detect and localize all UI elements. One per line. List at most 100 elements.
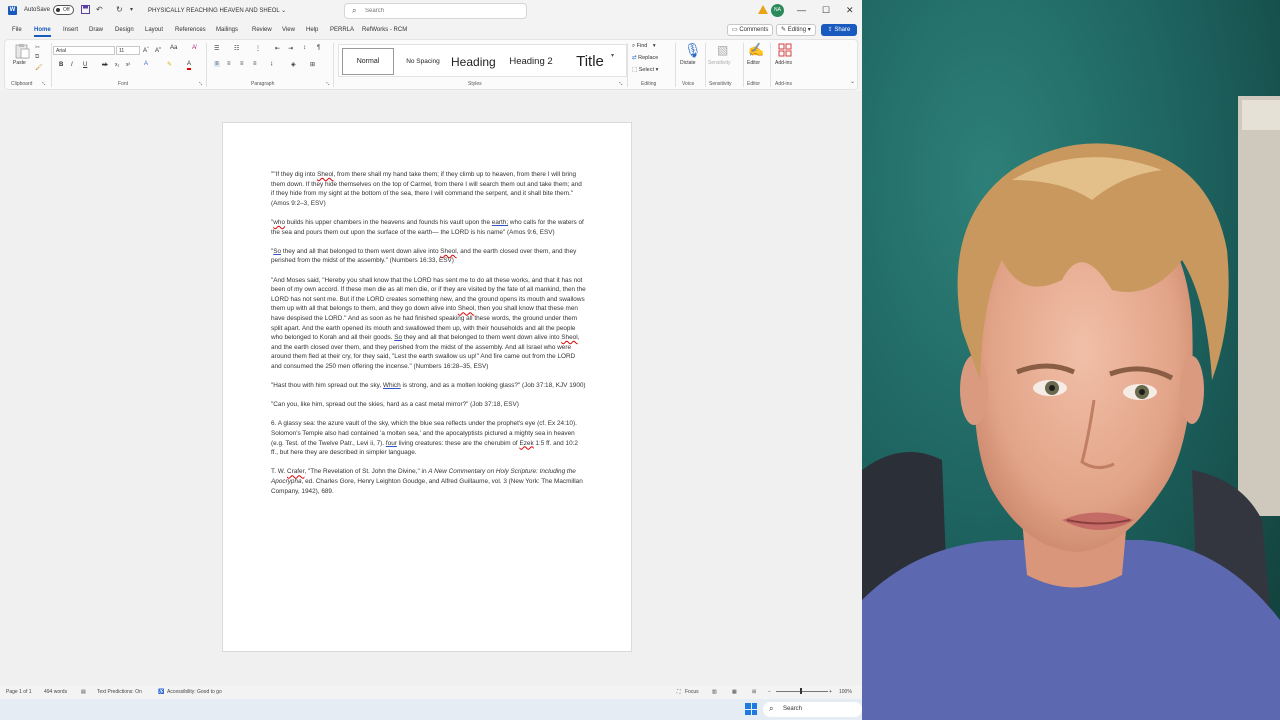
- align-right-icon[interactable]: ≡: [240, 61, 244, 67]
- select-button[interactable]: ⬚ Select ▾: [632, 67, 658, 73]
- zoom-in-icon[interactable]: +: [829, 689, 832, 695]
- customize-icon[interactable]: ▾: [130, 5, 133, 15]
- word-count[interactable]: 494 words: [44, 689, 67, 695]
- tab-design[interactable]: Design: [115, 27, 134, 33]
- tab-home[interactable]: Home: [34, 27, 51, 37]
- shrink-font-icon[interactable]: Av: [155, 45, 161, 54]
- tab-review[interactable]: Review: [252, 27, 272, 33]
- document-page[interactable]: ""If they dig into Sheol, from there sha…: [222, 122, 632, 652]
- find-button[interactable]: ⌕ Find ▾: [632, 43, 656, 50]
- highlight-icon[interactable]: ✎: [167, 61, 172, 68]
- tab-perrla[interactable]: PERRLA: [330, 27, 354, 33]
- redo-icon[interactable]: ↻: [116, 5, 123, 15]
- text-predictions[interactable]: Text Predictions: On: [97, 689, 142, 695]
- comments-button[interactable]: ▭ Comments: [727, 24, 774, 36]
- tab-layout[interactable]: Layout: [145, 27, 163, 33]
- line-spacing-icon[interactable]: ↨: [270, 61, 273, 67]
- autosave-toggle[interactable]: Off: [53, 5, 74, 15]
- strikethrough-icon[interactable]: ab: [102, 62, 108, 68]
- proofing-icon[interactable]: ▤: [81, 689, 86, 695]
- styles-more-icon[interactable]: ▾: [611, 52, 614, 59]
- align-left-icon[interactable]: ≡: [214, 61, 220, 67]
- share-button[interactable]: ⇪ Share: [821, 24, 857, 36]
- search-input[interactable]: [365, 6, 515, 16]
- document-paragraph[interactable]: "who builds his upper chambers in the he…: [271, 218, 586, 237]
- editor-icon[interactable]: ✍: [748, 42, 764, 58]
- tab-references[interactable]: References: [175, 27, 206, 33]
- bold-button[interactable]: B: [59, 62, 63, 68]
- dialog-launcher-icon[interactable]: ⤡: [199, 81, 202, 86]
- cut-icon[interactable]: ✂: [35, 44, 40, 51]
- multilevel-list-icon[interactable]: ⋮: [255, 45, 261, 52]
- document-paragraph[interactable]: "Hast thou with him spread out the sky, …: [271, 381, 586, 391]
- superscript-icon[interactable]: x²: [126, 62, 130, 68]
- microphone-icon[interactable]: 🎙: [684, 42, 702, 59]
- document-title[interactable]: PHYSICALLY REACHING HEAVEN AND SHEOL ⌄: [148, 7, 286, 14]
- tab-draw[interactable]: Draw: [89, 27, 103, 33]
- dialog-launcher-icon[interactable]: ⤡: [326, 81, 329, 86]
- document-paragraph[interactable]: T. W. Crafer, "The Revelation of St. Joh…: [271, 467, 586, 496]
- dialog-launcher-icon[interactable]: ⤡: [42, 81, 45, 86]
- maximize-icon[interactable]: ☐: [822, 4, 830, 16]
- numbering-icon[interactable]: ☷: [234, 45, 239, 52]
- tab-insert[interactable]: Insert: [63, 27, 78, 33]
- text-effects-icon[interactable]: A: [144, 61, 148, 67]
- italic-button[interactable]: I: [71, 62, 73, 68]
- paste-icon[interactable]: [14, 43, 30, 59]
- minimize-icon[interactable]: —: [797, 4, 806, 16]
- tab-file[interactable]: File: [12, 27, 22, 33]
- focus-button[interactable]: Focus: [685, 689, 699, 695]
- shading-icon[interactable]: ◈: [291, 61, 296, 68]
- zoom-level[interactable]: 100%: [839, 689, 852, 695]
- document-paragraph[interactable]: ""If they dig into Sheol, from there sha…: [271, 170, 586, 208]
- sensitivity-button[interactable]: Sensitivity: [708, 60, 731, 66]
- taskbar-search[interactable]: ⌕ Search: [763, 702, 862, 717]
- tab-mailings[interactable]: Mailings: [216, 27, 238, 33]
- accessibility-status[interactable]: Accessibility: Good to go: [167, 689, 222, 695]
- copy-icon[interactable]: ⧉: [35, 54, 39, 61]
- borders-icon[interactable]: ⊞: [310, 61, 315, 68]
- show-formatting-icon[interactable]: ¶: [317, 45, 320, 51]
- editor-button[interactable]: Editor: [747, 60, 760, 66]
- addins-button[interactable]: Add-ins: [775, 60, 792, 66]
- font-color-icon[interactable]: A: [187, 61, 192, 70]
- undo-icon[interactable]: ↶: [96, 5, 103, 15]
- justify-icon[interactable]: ≡: [253, 61, 257, 67]
- font-size-select[interactable]: 11: [116, 46, 140, 55]
- sort-icon[interactable]: ↕: [303, 45, 306, 51]
- align-center-icon[interactable]: ≡: [227, 61, 231, 67]
- grow-font-icon[interactable]: A^: [143, 45, 149, 54]
- subscript-icon[interactable]: x₂: [115, 62, 119, 68]
- document-paragraph[interactable]: "So they and all that belonged to them w…: [271, 247, 586, 266]
- paste-button[interactable]: Paste: [13, 60, 26, 66]
- tab-view[interactable]: View: [282, 27, 295, 33]
- style-heading-1[interactable]: Heading: [451, 48, 503, 75]
- bullets-icon[interactable]: ☰: [214, 45, 219, 52]
- tab-help[interactable]: Help: [306, 27, 318, 33]
- dialog-launcher-icon[interactable]: ⤡: [619, 81, 622, 86]
- format-painter-icon[interactable]: 🖌: [35, 64, 43, 71]
- increase-indent-icon[interactable]: ⇥: [288, 45, 293, 52]
- save-icon[interactable]: [81, 5, 90, 17]
- style-heading-2[interactable]: Heading 2: [503, 48, 559, 75]
- document-paragraph[interactable]: 6. A glassy sea: the azure vault of the …: [271, 419, 586, 457]
- document-body[interactable]: ""If they dig into Sheol, from there sha…: [271, 170, 586, 506]
- zoom-out-icon[interactable]: −: [768, 689, 771, 695]
- close-icon[interactable]: ✕: [846, 4, 854, 16]
- addins-icon[interactable]: [778, 43, 792, 59]
- zoom-slider[interactable]: [776, 691, 828, 692]
- avatar[interactable]: NA: [771, 4, 784, 17]
- editing-mode-button[interactable]: ✎ Editing ▾: [776, 24, 816, 36]
- document-paragraph[interactable]: "Can you, like him, spread out the skies…: [271, 400, 586, 410]
- page-count[interactable]: Page 1 of 1: [6, 689, 32, 695]
- zoom-slider-thumb[interactable]: [800, 688, 802, 694]
- clear-formatting-icon[interactable]: A̸: [192, 45, 196, 51]
- print-layout-icon[interactable]: ▦: [732, 689, 737, 695]
- replace-button[interactable]: ⇄ Replace: [632, 55, 658, 61]
- dictate-button[interactable]: Dictate: [680, 60, 696, 66]
- read-mode-icon[interactable]: ▥: [712, 689, 717, 695]
- change-case-icon[interactable]: Aa: [170, 45, 177, 51]
- search-box[interactable]: ⌕: [344, 3, 527, 19]
- font-family-select[interactable]: Arial: [53, 46, 115, 55]
- document-canvas[interactable]: ""If they dig into Sheol, from there sha…: [0, 91, 862, 685]
